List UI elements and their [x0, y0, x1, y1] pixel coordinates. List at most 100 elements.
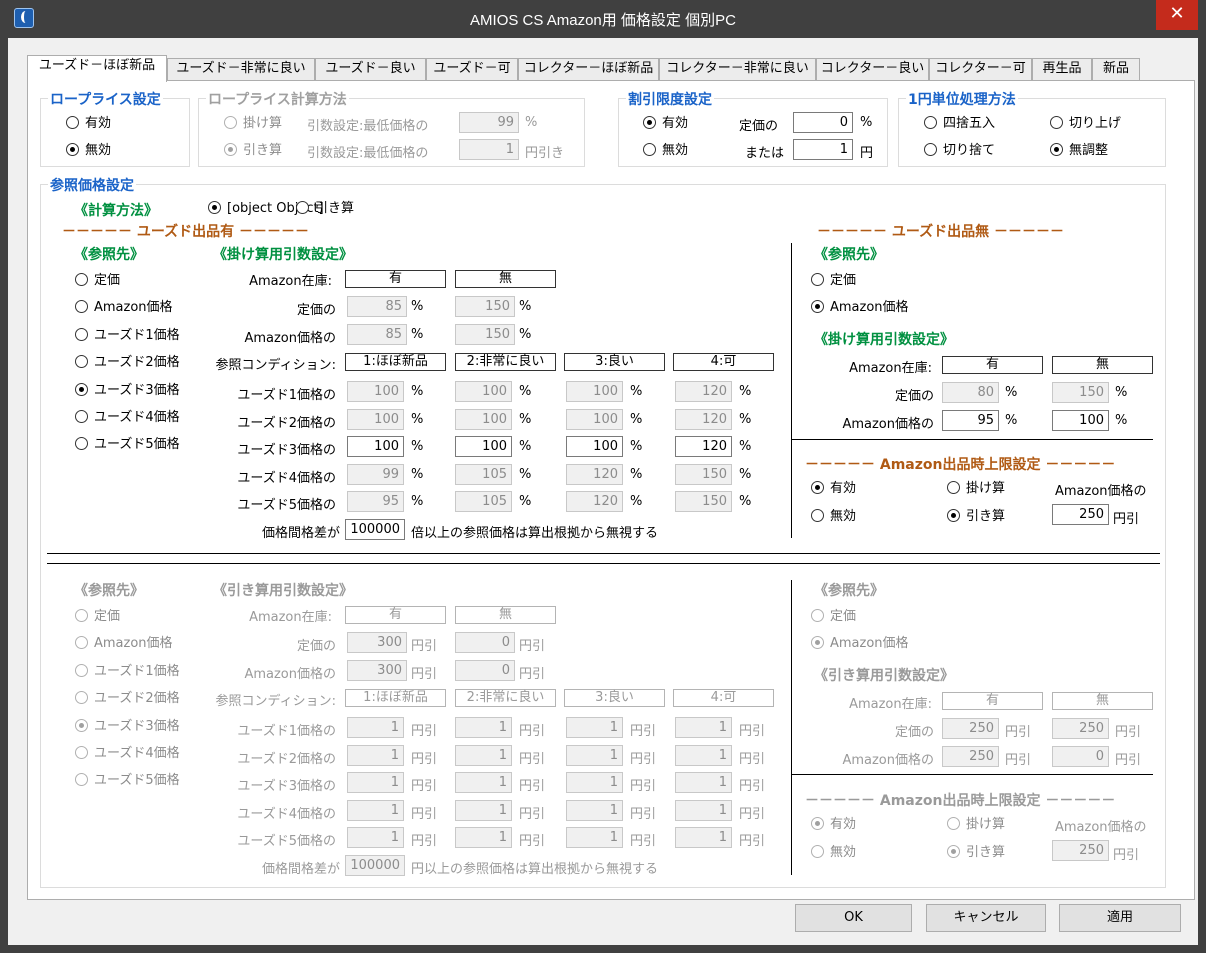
- sub-used-input-5-1[interactable]: 1: [347, 827, 404, 848]
- sub-source-radio-6[interactable]: ユーズド4価格: [75, 746, 180, 761]
- mul-source-radio-5[interactable]: ユーズド3価格: [75, 383, 180, 398]
- sub-list-input-1[interactable]: 300: [347, 632, 407, 653]
- sub-source-radio-3[interactable]: ユーズド1価格: [75, 664, 180, 679]
- mul-list-input-2[interactable]: 150: [455, 296, 515, 317]
- mul-source-radio-1[interactable]: 定価: [75, 273, 120, 288]
- mul-cap-mul-radio[interactable]: 掛け算: [947, 481, 1005, 496]
- mul-cap-sub-radio[interactable]: 引き算: [947, 509, 1005, 524]
- mul-cap-enabled-radio[interactable]: 有効: [811, 481, 856, 496]
- sub-right-list-input-2[interactable]: 250: [1052, 718, 1109, 739]
- sub-used-input-4-2[interactable]: 1: [455, 800, 512, 821]
- sub-used-input-1-4[interactable]: 1: [675, 717, 732, 738]
- sub-used-input-4-3[interactable]: 1: [566, 800, 623, 821]
- sub-amazon-input-1[interactable]: 300: [347, 660, 407, 681]
- lowcalc-mul-radio[interactable]: 掛け算: [224, 116, 282, 131]
- apply-button[interactable]: 適用: [1059, 904, 1181, 932]
- sub-used-input-5-4[interactable]: 1: [675, 827, 732, 848]
- sub-used-input-3-3[interactable]: 1: [566, 772, 623, 793]
- discount-disabled-radio[interactable]: 無効: [643, 143, 688, 158]
- rounding-round-radio[interactable]: 四捨五入: [924, 116, 995, 131]
- mul-used-input-4-3[interactable]: 120: [566, 464, 623, 485]
- tab-10[interactable]: 新品: [1092, 58, 1140, 80]
- sub-used-input-1-1[interactable]: 1: [347, 717, 404, 738]
- sub-source-radio-5[interactable]: ユーズド3価格: [75, 719, 180, 734]
- sub-list-input-2[interactable]: 0: [455, 632, 515, 653]
- mul-used-input-3-2[interactable]: 100: [455, 436, 512, 457]
- discount-yen-input[interactable]: 1: [793, 139, 853, 160]
- mul-used-input-4-1[interactable]: 99: [347, 464, 404, 485]
- sub-right-source-radio-1[interactable]: 定価: [811, 609, 856, 624]
- cancel-button[interactable]: キャンセル: [926, 904, 1046, 932]
- sub-source-radio-2[interactable]: Amazon価格: [75, 636, 173, 651]
- rounding-none-radio[interactable]: 無調整: [1050, 143, 1108, 158]
- mul-used-input-2-2[interactable]: 100: [455, 409, 512, 430]
- mul-used-input-5-3[interactable]: 120: [566, 491, 623, 512]
- mul-source-radio-4[interactable]: ユーズド2価格: [75, 355, 180, 370]
- tab-1[interactable]: ユーズド－ほぼ新品: [27, 55, 167, 82]
- mul-used-input-5-4[interactable]: 150: [675, 491, 732, 512]
- lowcalc-sub-input[interactable]: 1: [459, 139, 519, 160]
- sub-right-source-radio-2[interactable]: Amazon価格: [811, 636, 909, 651]
- mul-used-input-3-3[interactable]: 100: [566, 436, 623, 457]
- calc-sub-radio[interactable]: 引き算: [296, 201, 354, 216]
- mul-amazon-input-1[interactable]: 85: [347, 324, 407, 345]
- sub-used-input-5-3[interactable]: 1: [566, 827, 623, 848]
- sub-used-input-2-1[interactable]: 1: [347, 745, 404, 766]
- sub-cap-enabled-radio[interactable]: 有効: [811, 817, 856, 832]
- tab-6[interactable]: コレクター－非常に良い: [659, 58, 816, 80]
- lowcalc-sub-radio[interactable]: 引き算: [224, 143, 282, 158]
- mul-source-radio-2[interactable]: Amazon価格: [75, 300, 173, 315]
- mul-right-source-radio-1[interactable]: 定価: [811, 273, 856, 288]
- sub-used-input-1-3[interactable]: 1: [566, 717, 623, 738]
- sub-used-input-3-2[interactable]: 1: [455, 772, 512, 793]
- rounding-ceil-radio[interactable]: 切り上げ: [1050, 116, 1121, 131]
- mul-used-input-4-2[interactable]: 105: [455, 464, 512, 485]
- mul-used-input-3-1[interactable]: 100: [347, 436, 404, 457]
- mul-list-input-1[interactable]: 85: [347, 296, 407, 317]
- mul-right-list-input-1[interactable]: 80: [942, 382, 999, 403]
- tab-2[interactable]: ユーズド－非常に良い: [167, 58, 315, 80]
- sub-used-input-2-3[interactable]: 1: [566, 745, 623, 766]
- sub-amazon-input-2[interactable]: 0: [455, 660, 515, 681]
- sub-used-input-4-1[interactable]: 1: [347, 800, 404, 821]
- sub-used-input-2-4[interactable]: 1: [675, 745, 732, 766]
- mul-used-input-2-3[interactable]: 100: [566, 409, 623, 430]
- mul-used-input-2-4[interactable]: 120: [675, 409, 732, 430]
- tab-7[interactable]: コレクター－良い: [816, 58, 929, 80]
- discount-percent-input[interactable]: 0: [793, 112, 853, 133]
- tab-4[interactable]: ユーズド－可: [426, 58, 518, 80]
- sub-used-input-2-2[interactable]: 1: [455, 745, 512, 766]
- sub-used-input-3-1[interactable]: 1: [347, 772, 404, 793]
- sub-used-input-4-4[interactable]: 1: [675, 800, 732, 821]
- sub-cap-sub-radio[interactable]: 引き算: [947, 845, 1005, 860]
- mul-right-source-radio-2[interactable]: Amazon価格: [811, 300, 909, 315]
- sub-cap-mul-radio[interactable]: 掛け算: [947, 817, 1005, 832]
- tab-9[interactable]: 再生品: [1032, 58, 1092, 80]
- sub-used-input-1-2[interactable]: 1: [455, 717, 512, 738]
- lowprice-enabled-radio[interactable]: 有効: [66, 116, 111, 131]
- mul-used-input-1-4[interactable]: 120: [675, 381, 732, 402]
- sub-right-list-input-1[interactable]: 250: [942, 718, 999, 739]
- mul-used-input-1-3[interactable]: 100: [566, 381, 623, 402]
- discount-enabled-radio[interactable]: 有効: [643, 116, 688, 131]
- mul-source-radio-6[interactable]: ユーズド4価格: [75, 410, 180, 425]
- mul-used-input-3-4[interactable]: 120: [675, 436, 732, 457]
- sub-used-input-3-4[interactable]: 1: [675, 772, 732, 793]
- mul-cap-value-input[interactable]: 250: [1052, 504, 1109, 525]
- tab-5[interactable]: コレクター－ほぼ新品: [518, 58, 659, 80]
- lowcalc-mul-input[interactable]: 99: [459, 112, 519, 133]
- mul-used-input-5-2[interactable]: 105: [455, 491, 512, 512]
- ok-button[interactable]: OK: [795, 904, 912, 932]
- mul-source-radio-3[interactable]: ユーズド1価格: [75, 328, 180, 343]
- rounding-floor-radio[interactable]: 切り捨て: [924, 143, 995, 158]
- sub-cap-disabled-radio[interactable]: 無効: [811, 845, 856, 860]
- tab-8[interactable]: コレクター－可: [929, 58, 1032, 80]
- close-button[interactable]: ✕: [1156, 0, 1198, 30]
- mul-used-input-5-1[interactable]: 95: [347, 491, 404, 512]
- mul-amazon-input-2[interactable]: 150: [455, 324, 515, 345]
- sub-source-radio-4[interactable]: ユーズド2価格: [75, 691, 180, 706]
- sub-used-input-5-2[interactable]: 1: [455, 827, 512, 848]
- mul-used-input-1-1[interactable]: 100: [347, 381, 404, 402]
- mul-source-radio-7[interactable]: ユーズド5価格: [75, 437, 180, 452]
- sub-right-amazon-input-2[interactable]: 0: [1052, 746, 1109, 767]
